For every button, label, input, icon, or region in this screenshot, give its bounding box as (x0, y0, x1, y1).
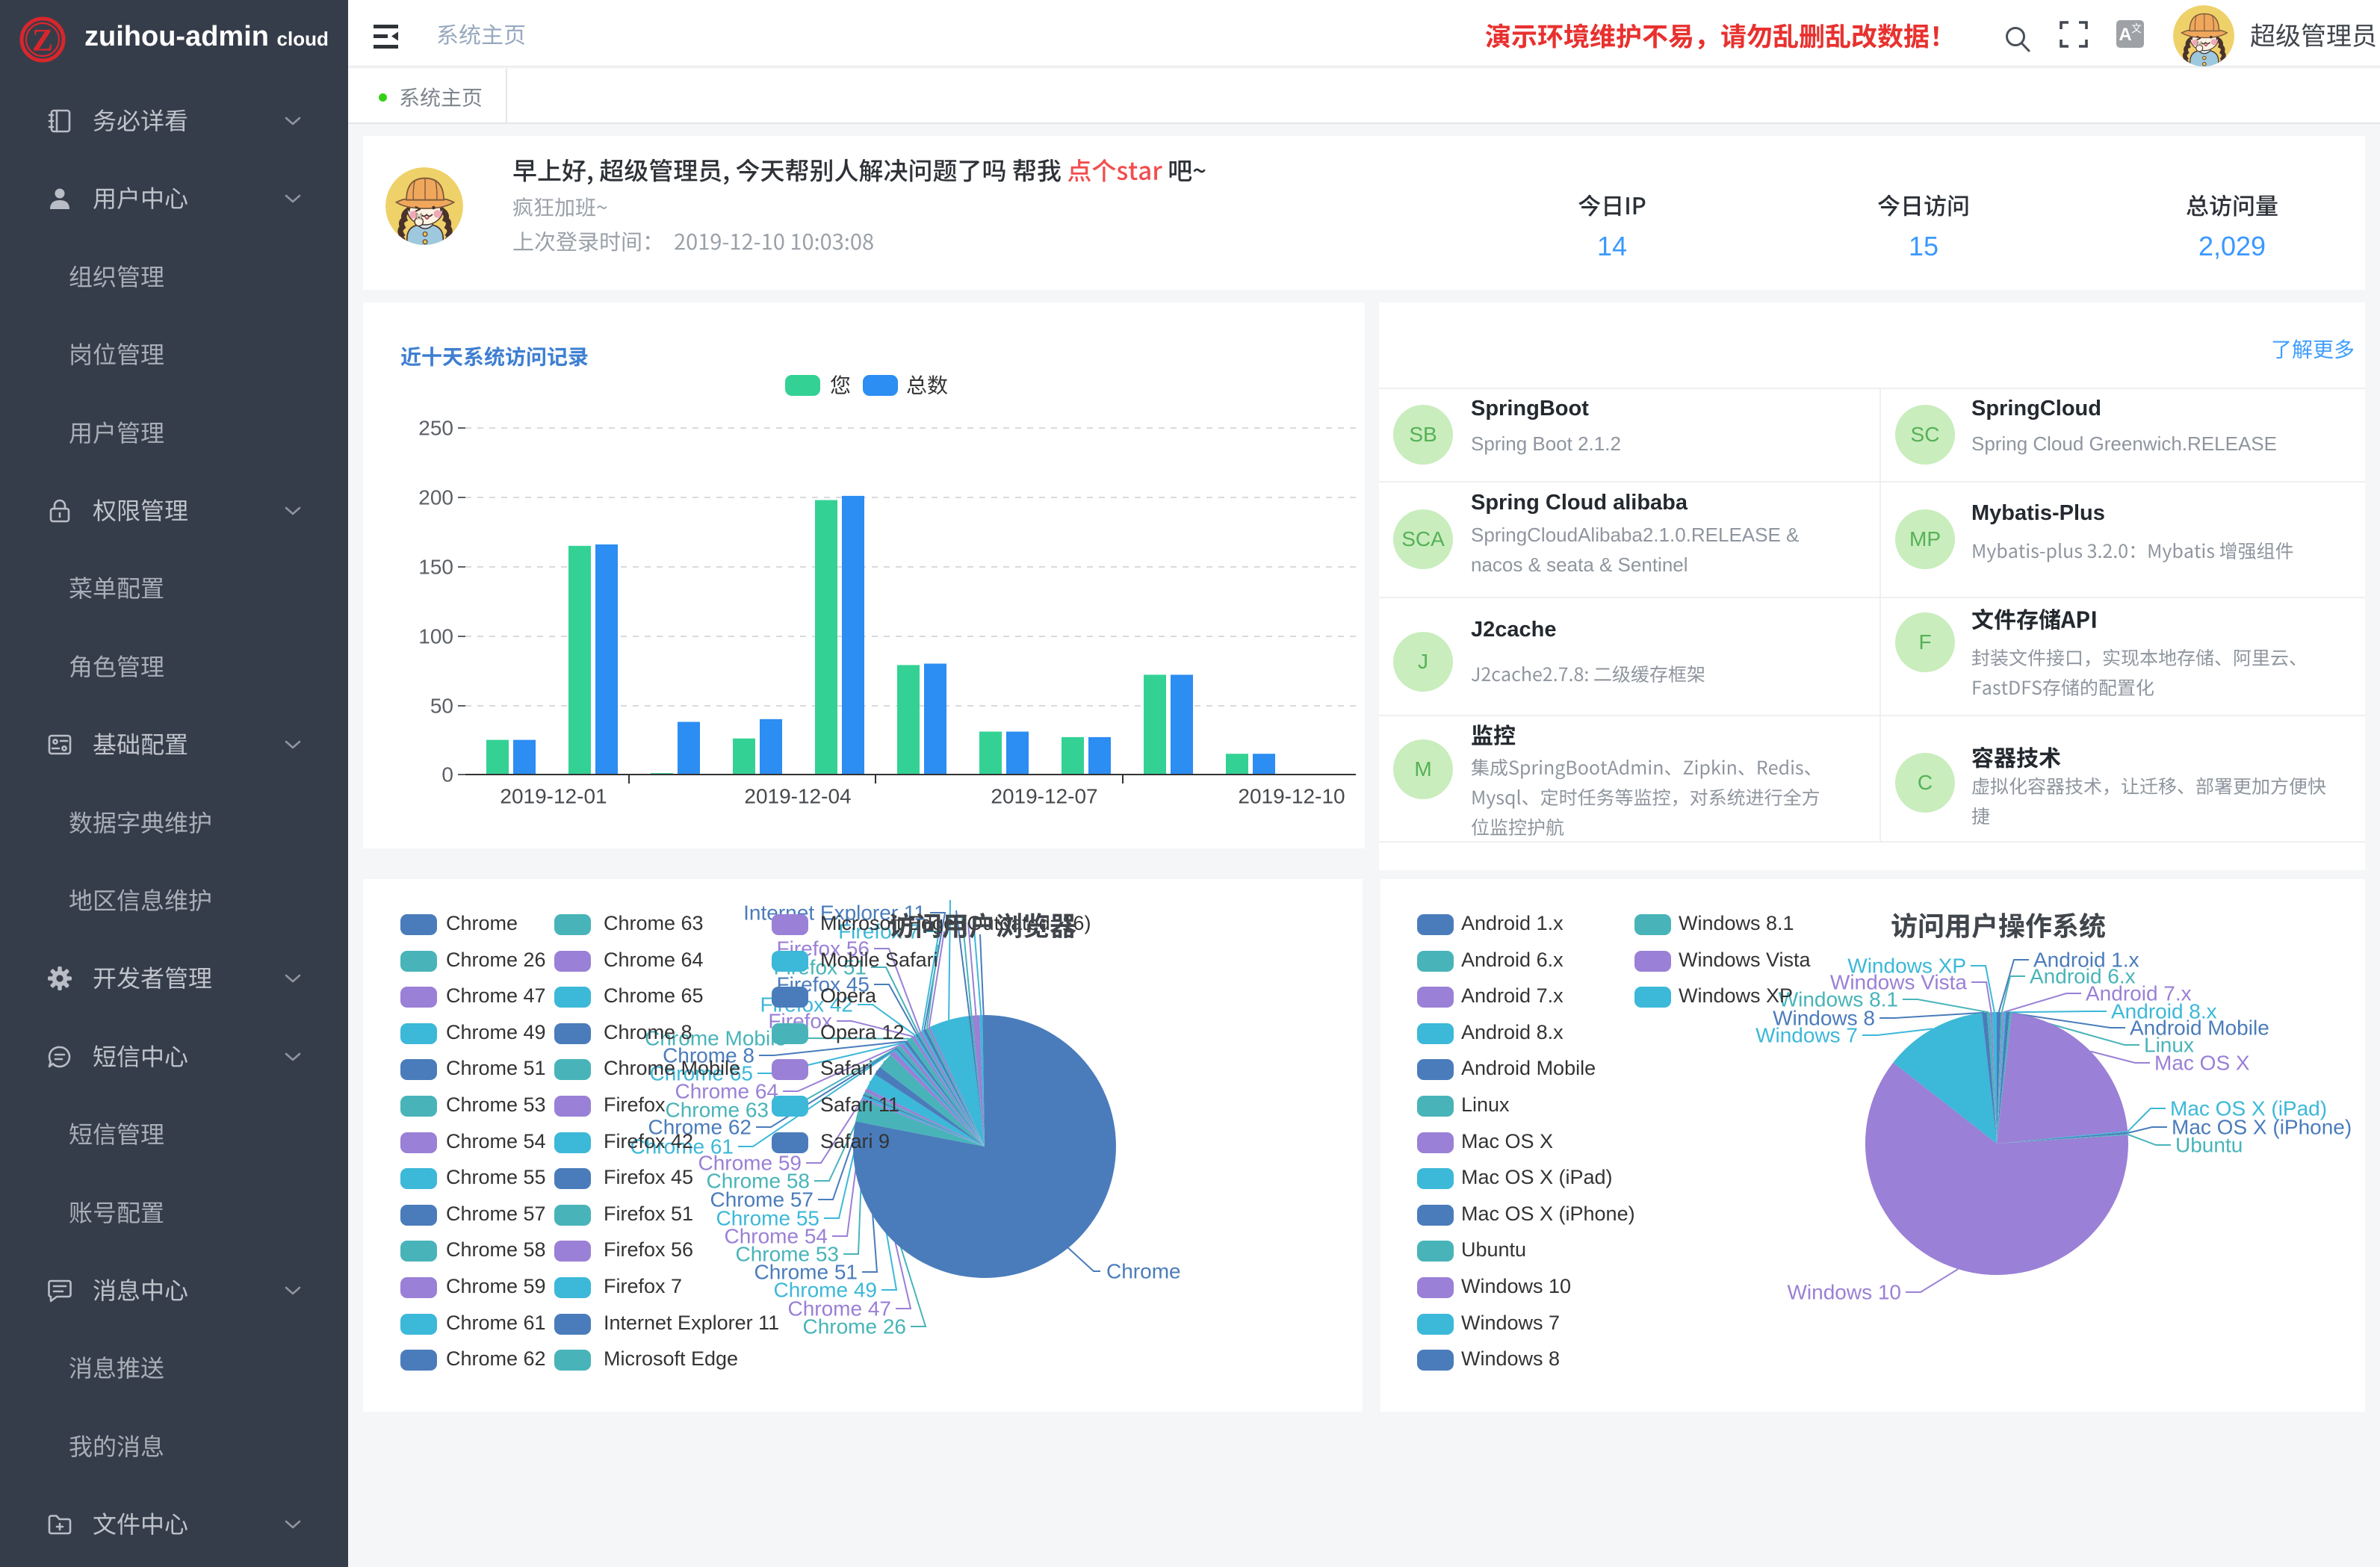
svg-text:Z: Z (32, 24, 53, 58)
svg-text:2019-12-01: 2019-12-01 (500, 785, 607, 808)
svg-text:文: 文 (2131, 22, 2142, 34)
svg-text:Windows 7: Windows 7 (1755, 1024, 1858, 1047)
svg-text:Chrome 26: Chrome 26 (802, 1315, 906, 1338)
svg-text:2019-12-07: 2019-12-07 (991, 785, 1097, 808)
svg-text:200: 200 (418, 486, 453, 509)
svg-text:A: A (2119, 25, 2131, 45)
svg-text:0: 0 (441, 763, 453, 786)
svg-text:150: 150 (418, 556, 453, 579)
svg-text:2019-12-10: 2019-12-10 (1238, 785, 1345, 808)
svg-text:Windows 10: Windows 10 (1787, 1281, 1901, 1304)
svg-text:2019-12-04: 2019-12-04 (744, 785, 851, 808)
svg-text:100: 100 (418, 625, 453, 648)
svg-text:Ubuntu: Ubuntu (2175, 1134, 2243, 1157)
svg-text:Mac OS X: Mac OS X (2154, 1052, 2250, 1075)
svg-text:50: 50 (430, 695, 453, 718)
svg-text:Chrome: Chrome (1106, 1260, 1181, 1283)
svg-text:250: 250 (418, 417, 453, 440)
